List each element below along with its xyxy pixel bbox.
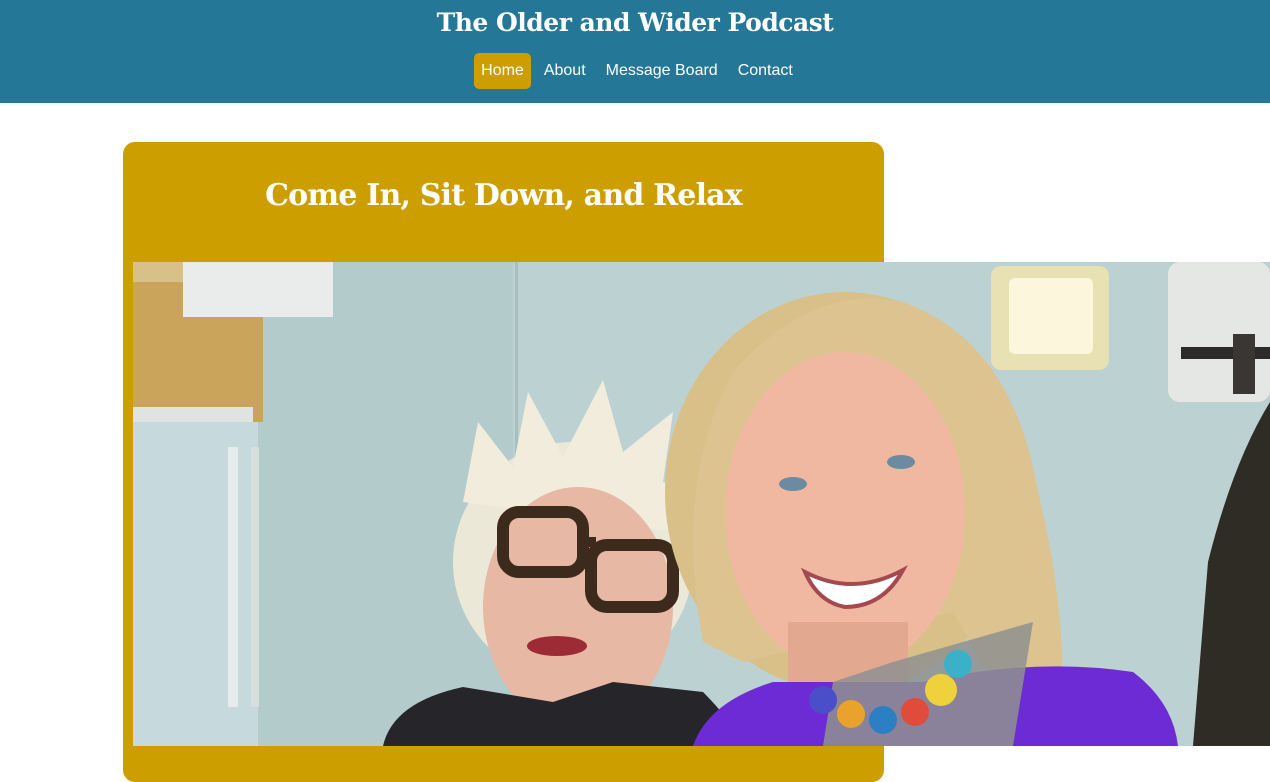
hero-heading: Come In, Sit Down, and Relax	[265, 178, 743, 213]
nav-contact[interactable]: Contact	[731, 53, 800, 89]
nav-home[interactable]: Home	[474, 53, 531, 89]
nav-message-board[interactable]: Message Board	[599, 53, 725, 89]
main-nav: Home About Message Board Contact	[0, 53, 1270, 89]
site-title: The Older and Wider Podcast	[436, 8, 834, 37]
hero-photo	[133, 262, 1270, 746]
nav-about[interactable]: About	[537, 53, 593, 89]
site-header: The Older and Wider Podcast Home About M…	[0, 0, 1270, 103]
